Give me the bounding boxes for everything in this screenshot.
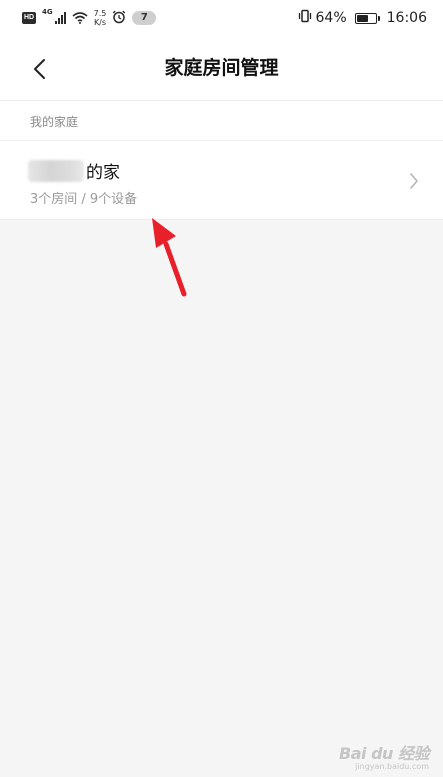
alarm-icon	[112, 9, 126, 28]
clock: 16:06	[386, 10, 427, 26]
my-family-section-header: 我的家庭	[0, 100, 443, 140]
blurred-owner-name	[28, 159, 84, 182]
battery-level	[356, 14, 368, 22]
home-name: 的家	[28, 158, 120, 183]
notification-count-badge: 7	[132, 11, 157, 25]
hd-icon: HD	[22, 12, 36, 24]
battery-percent: 64%	[315, 10, 347, 26]
vibrate-icon	[298, 9, 312, 27]
baidu-jingyan-watermark: Bai du 经验 jingyan.baidu.com	[339, 740, 429, 771]
chevron-right-icon	[410, 173, 418, 189]
watermark-logo: Bai du 经验	[339, 744, 429, 763]
network-speed: 7.5 K/s	[94, 9, 107, 27]
speed-unit: K/s	[93, 18, 107, 27]
page-title: 家庭房间管理	[164, 57, 279, 79]
signal-icon	[54, 12, 66, 24]
status-right: 64% 16:06	[298, 8, 427, 28]
speed-value: 7.5	[93, 9, 107, 18]
home-name-suffix: 的家	[86, 163, 120, 183]
home-summary: 3个房间 / 9个设备	[30, 192, 138, 207]
section-label: 我的家庭	[30, 115, 79, 129]
battery-icon	[354, 12, 380, 24]
network-type: 4G	[42, 8, 53, 16]
wifi-icon	[72, 9, 88, 28]
status-left: HD 4G 7.5 K/s 7	[22, 8, 157, 28]
app-header: 家庭房间管理	[0, 36, 443, 100]
status-bar: HD 4G 7.5 K/s 7 64% 16:06	[0, 0, 443, 36]
home-list-item[interactable]: 的家 3个房间 / 9个设备	[0, 140, 443, 220]
annotation-arrow-icon	[152, 218, 187, 297]
